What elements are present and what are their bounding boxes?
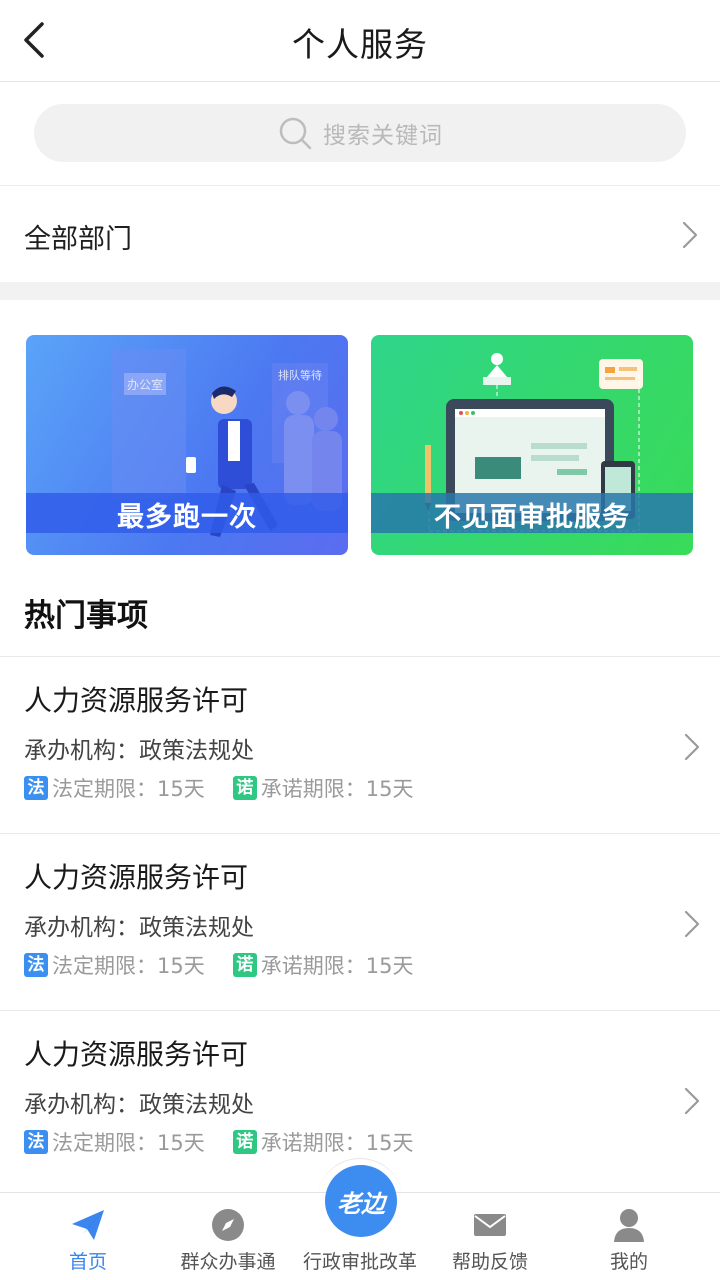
user-icon — [614, 1209, 644, 1242]
top-nav-bar: 个人服务 — [0, 0, 720, 82]
legal-tag-badge: 法 — [24, 776, 48, 800]
tab-home-label: 首页 — [68, 1251, 107, 1273]
promise-limit: 承诺期限：15天 — [260, 1131, 414, 1155]
all-departments-row[interactable]: 全部部门 — [0, 187, 720, 282]
list-item[interactable]: 人力资源服务许可 承办机构：政策法规处 法 法定期限：15天 诺 承诺期限：15… — [0, 656, 720, 833]
page-title: 个人服务 — [292, 25, 428, 64]
item-title: 人力资源服务许可 — [24, 684, 249, 717]
legal-tag-badge: 法 — [24, 1130, 48, 1154]
queue-sign: 排队等待 — [278, 368, 322, 382]
search-input[interactable]: 搜索关键词 — [34, 104, 686, 162]
chevron-right-icon — [684, 910, 700, 938]
office-sign: 办公室 — [127, 377, 163, 392]
tab-mine-label: 我的 — [609, 1251, 648, 1273]
tab-help-feedback[interactable]: 帮助反馈 — [418, 1193, 562, 1280]
promise-limit: 承诺期限：15天 — [260, 954, 414, 978]
item-meta: 法 法定期限：15天 诺 承诺期限：15天 — [24, 775, 413, 801]
banner-no-meeting-approval-label: 不见面审批服务 — [434, 502, 630, 533]
chevron-right-icon — [684, 733, 700, 761]
item-title: 人力资源服务许可 — [24, 861, 249, 894]
item-org: 承办机构：政策法规处 — [24, 1092, 254, 1118]
promise-limit: 承诺期限：15天 — [260, 777, 414, 801]
section-divider — [0, 282, 720, 300]
mail-icon — [474, 1214, 506, 1236]
all-departments-label: 全部部门 — [24, 224, 132, 255]
item-org: 承办机构：政策法规处 — [24, 738, 254, 764]
legal-limit: 法定期限：15天 — [52, 777, 205, 801]
banner-run-once[interactable]: 办公室 排队等待 最多跑一次 — [26, 335, 348, 555]
tab-public-affairs-label: 群众办事通 — [180, 1251, 276, 1273]
tab-admin-reform-label: 行政审批改革 — [302, 1251, 417, 1273]
promise-tag-badge: 诺 — [232, 1130, 257, 1154]
search-section: 搜索关键词 — [0, 82, 720, 186]
item-org: 承办机构：政策法规处 — [24, 915, 254, 941]
search-placeholder: 搜索关键词 — [323, 123, 443, 149]
legal-limit: 法定期限：15天 — [52, 954, 205, 978]
item-title: 人力资源服务许可 — [24, 1038, 249, 1071]
list-item[interactable]: 人力资源服务许可 承办机构：政策法规处 法 法定期限：15天 诺 承诺期限：15… — [0, 833, 720, 1010]
promise-tag-badge: 诺 — [232, 953, 257, 977]
tab-mine[interactable]: 我的 — [557, 1193, 701, 1280]
item-meta: 法 法定期限：15天 诺 承诺期限：15天 — [24, 1129, 413, 1155]
laobian-logo[interactable]: 老边 — [325, 1165, 397, 1237]
hot-items-list: 人力资源服务许可 承办机构：政策法规处 法 法定期限：15天 诺 承诺期限：15… — [0, 656, 720, 1187]
search-icon — [279, 117, 312, 150]
legal-limit: 法定期限：15天 — [52, 1131, 205, 1155]
banner-run-once-label: 最多跑一次 — [117, 502, 257, 533]
chevron-right-icon — [682, 221, 698, 249]
personal-service-page: 个人服务 搜索关键词 全部部门 办公室 排队等待 最多跑一次 不见面审批服务 热… — [0, 0, 720, 1280]
promise-tag-badge: 诺 — [232, 776, 257, 800]
item-meta: 法 法定期限：15天 诺 承诺期限：15天 — [24, 952, 413, 978]
hot-items-title: 热门事项 — [24, 598, 148, 634]
banner-no-meeting-approval[interactable]: 不见面审批服务 — [371, 335, 693, 555]
tab-home[interactable]: 首页 — [16, 1193, 160, 1280]
paper-plane-icon — [72, 1210, 104, 1240]
tab-public-affairs[interactable]: 群众办事通 — [156, 1193, 300, 1280]
compass-icon — [212, 1209, 244, 1241]
chevron-right-icon — [684, 1087, 700, 1115]
tab-help-feedback-label: 帮助反馈 — [451, 1251, 528, 1273]
legal-tag-badge: 法 — [24, 953, 48, 977]
